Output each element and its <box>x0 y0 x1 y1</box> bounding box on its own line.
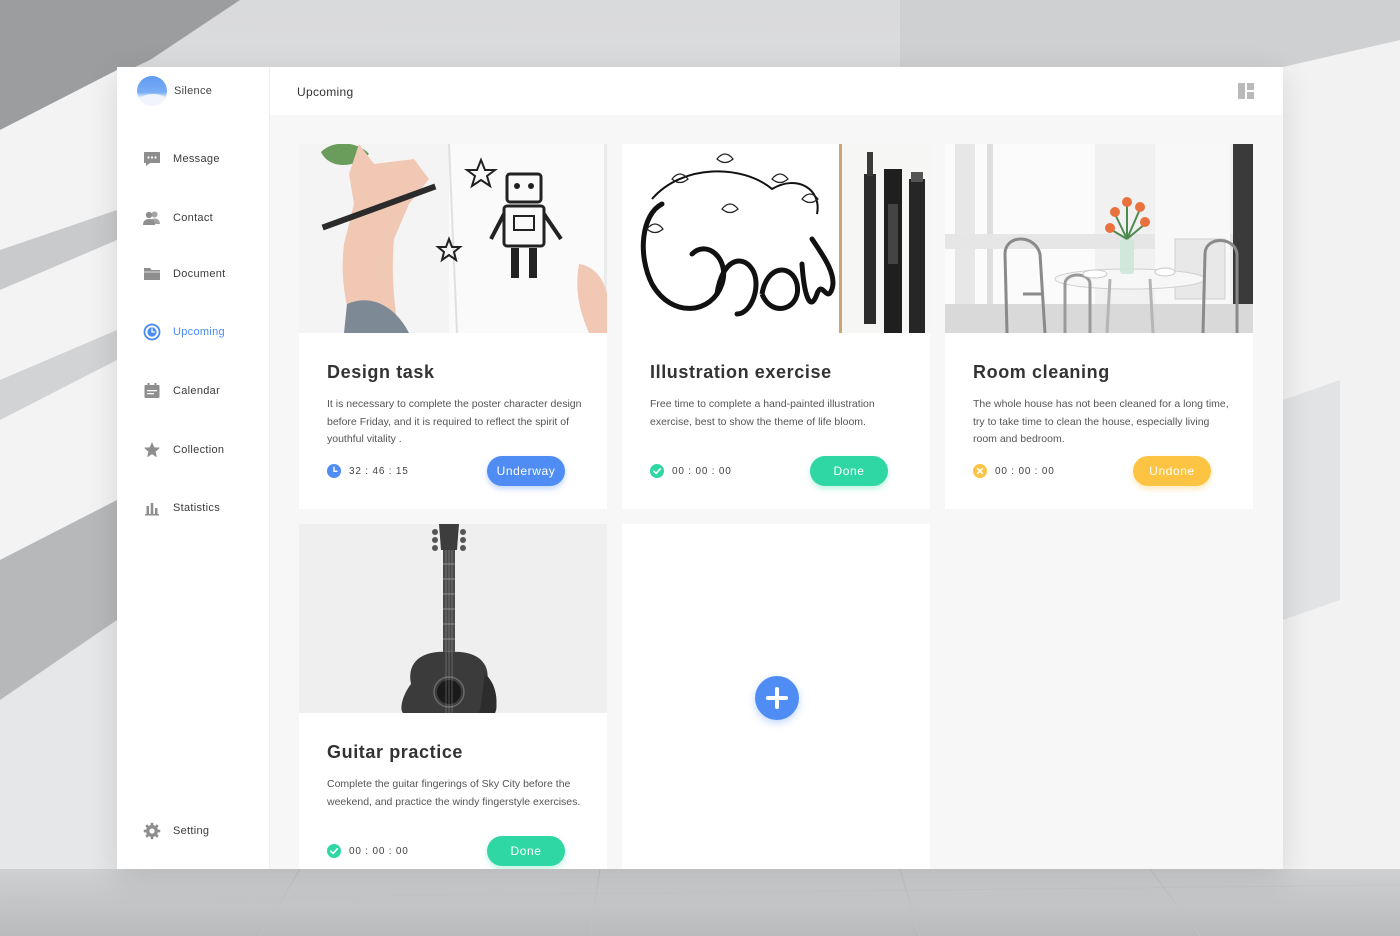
bar-chart-icon <box>145 503 159 516</box>
sidebar-item-label: Collection <box>173 444 225 456</box>
clock-icon <box>143 323 161 341</box>
timer: 32 : 46 : 15 <box>349 465 409 477</box>
sidebar: Silence Message Contact Document Upcomin… <box>117 67 270 869</box>
gear-icon <box>143 822 161 840</box>
sidebar-item-calendar[interactable]: Calendar <box>143 382 220 400</box>
plus-icon[interactable] <box>755 676 799 720</box>
check-circle-icon <box>327 844 341 858</box>
sidebar-item-label: Document <box>173 268 226 280</box>
app-window: Silence Message Contact Document Upcomin… <box>117 67 1283 869</box>
card-description: The whole house has not been cleaned for… <box>973 398 1229 445</box>
sidebar-item-label: Statistics <box>173 502 221 514</box>
guitar-image <box>299 524 607 713</box>
star-icon <box>144 442 160 458</box>
sidebar-item-label: Setting <box>173 825 210 837</box>
lettering-illustration-image <box>622 144 930 333</box>
task-card-illustration[interactable]: Illustration exercise Free time to compl… <box>622 144 930 509</box>
underway-button[interactable]: Underway <box>487 456 565 486</box>
sidebar-item-collection[interactable]: Collection <box>143 441 224 459</box>
card-description: Complete the guitar fingerings of Sky Ci… <box>327 778 581 808</box>
dining-room-image <box>945 144 1253 333</box>
timer: 00 : 00 : 00 <box>995 465 1055 477</box>
sidebar-item-label: Contact <box>173 212 214 224</box>
done-button[interactable]: Done <box>810 456 888 486</box>
user-name: Silence <box>174 85 213 97</box>
card-description: It is necessary to complete the poster c… <box>327 398 582 445</box>
card-image <box>945 144 1253 333</box>
card-title: Design task <box>327 362 435 382</box>
card-image <box>622 144 930 333</box>
card-status: 32 : 46 : 15 <box>327 464 409 478</box>
check-circle-icon <box>650 464 664 478</box>
card-description: Free time to complete a hand-painted ill… <box>650 398 875 428</box>
timer: 00 : 00 : 00 <box>349 845 409 857</box>
x-circle-icon <box>973 464 987 478</box>
card-image <box>299 144 607 333</box>
card-title: Illustration exercise <box>650 362 832 382</box>
avatar <box>137 76 167 106</box>
contact-icon <box>143 211 160 225</box>
sidebar-item-label: Calendar <box>173 385 221 397</box>
task-card-design[interactable]: Design task It is necessary to complete … <box>299 144 607 509</box>
card-title: Guitar practice <box>327 742 464 762</box>
card-status: 00 : 00 : 00 <box>650 464 732 478</box>
card-status: 00 : 00 : 00 <box>973 464 1055 478</box>
undone-button[interactable]: Undone <box>1133 456 1211 486</box>
sidebar-item-document[interactable]: Document <box>143 265 226 283</box>
sidebar-item-upcoming[interactable]: Upcoming <box>143 323 225 341</box>
timer: 00 : 00 : 00 <box>672 465 732 477</box>
task-card-room-cleaning[interactable]: Room cleaning The whole house has not be… <box>945 144 1253 509</box>
done-button[interactable]: Done <box>487 836 565 866</box>
card-image <box>299 524 607 713</box>
folder-icon <box>144 268 160 280</box>
card-title: Room cleaning <box>973 362 1110 382</box>
calendar-icon <box>144 383 160 398</box>
sidebar-item-label: Upcoming <box>173 326 225 338</box>
add-task-card[interactable] <box>622 524 930 869</box>
clock-icon <box>327 464 341 478</box>
layout-grid-icon[interactable] <box>1238 83 1254 99</box>
sidebar-item-statistics[interactable]: Statistics <box>143 499 220 517</box>
message-icon <box>144 152 160 166</box>
sketching-robot-image <box>299 144 607 333</box>
card-status: 00 : 00 : 00 <box>327 844 409 858</box>
header-bar: Upcoming <box>270 67 1283 115</box>
sidebar-item-message[interactable]: Message <box>143 150 220 168</box>
sidebar-item-label: Message <box>173 153 220 165</box>
task-card-guitar[interactable]: Guitar practice Complete the guitar fing… <box>299 524 607 869</box>
sidebar-item-contact[interactable]: Contact <box>143 209 213 227</box>
user-profile[interactable]: Silence <box>137 76 212 106</box>
sidebar-item-setting[interactable]: Setting <box>143 822 209 840</box>
page-title: Upcoming <box>297 85 354 99</box>
